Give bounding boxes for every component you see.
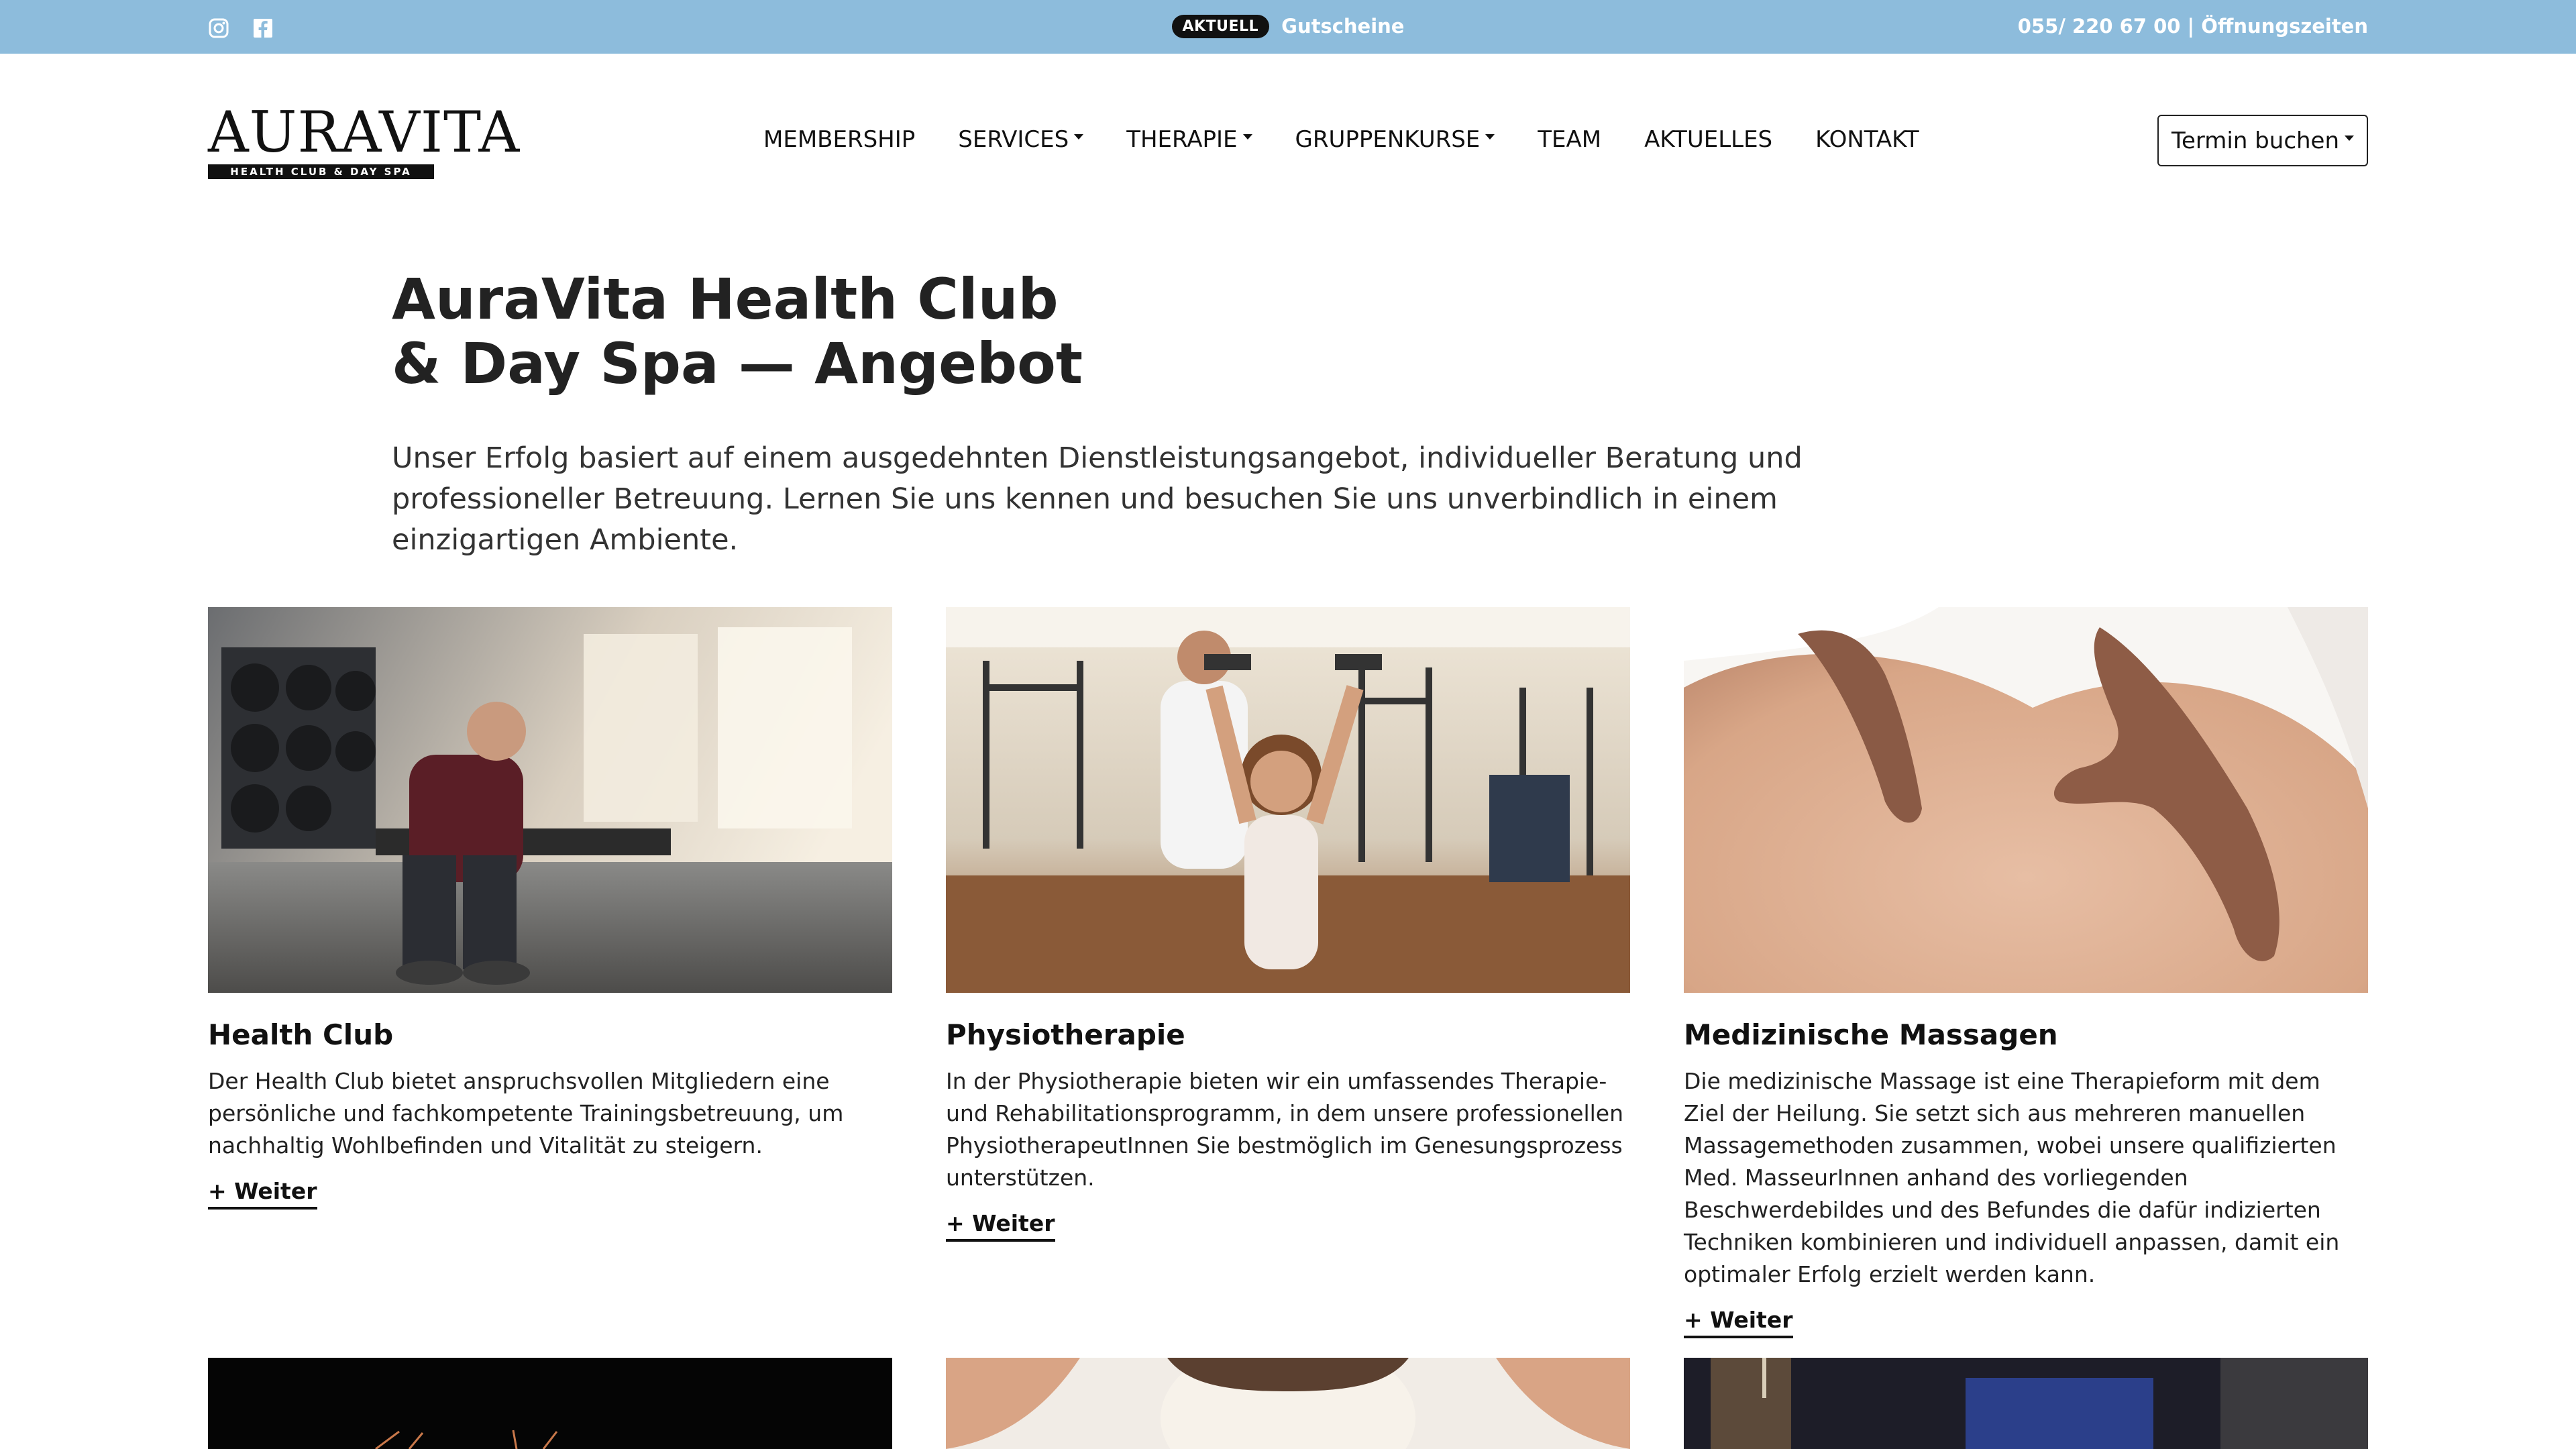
logo-tagline: HEALTH CLUB & DAY SPA	[208, 164, 434, 179]
page-title-line-2: & Day Spa — Angebot	[392, 331, 1083, 396]
gym-photo[interactable]	[208, 607, 892, 993]
page-title-line-1: AuraVita Health Club	[392, 266, 1059, 332]
nav-services[interactable]: SERVICES	[958, 126, 1084, 153]
chevron-down-icon	[1485, 134, 1495, 140]
nav-team[interactable]: TEAM	[1538, 126, 1601, 153]
chevron-down-icon	[1074, 134, 1084, 140]
nav-label: MEMBERSHIP	[763, 126, 916, 153]
nav-label: SERVICES	[958, 126, 1069, 153]
nav-label: GRUPPENKURSE	[1295, 126, 1481, 153]
top-bar: AKTUELL Gutscheine 055/ 220 67 00 | Öffn…	[0, 0, 2576, 54]
service-card-medizinische-massagen: Medizinische Massagen Die medizinische M…	[1684, 607, 2368, 1338]
nav-membership[interactable]: MEMBERSHIP	[763, 126, 915, 153]
nav-label: TEAM	[1538, 126, 1602, 153]
nav-gruppenkurse[interactable]: GRUPPENKURSE	[1295, 126, 1495, 153]
physio-photo[interactable]	[946, 607, 1630, 993]
intro-text: Unser Erfolg basiert auf einem ausgedehn…	[392, 441, 1803, 557]
card-title: Physiotherapie	[946, 1018, 1185, 1051]
card-text: In der Physiotherapie bieten wir ein umf…	[946, 1068, 1623, 1191]
card-text: Der Health Club bietet anspruchsvollen M…	[208, 1068, 844, 1159]
book-appointment-button[interactable]: Termin buchen	[2157, 115, 2368, 166]
card-text: Die medizinische Massage ist eine Therap…	[1684, 1068, 2340, 1287]
nav-label: AKTUELLES	[1644, 126, 1773, 153]
service-card-physiotherapie: Physiotherapie In der Physiotherapie bie…	[946, 607, 1630, 1242]
logo[interactable]: AURAVITA HEALTH CLUB & DAY SPA	[208, 99, 521, 179]
main-nav: MEMBERSHIP SERVICES THERAPIE GRUPPENKURS…	[763, 126, 1919, 153]
nav-label: KONTAKT	[1815, 126, 1919, 153]
page-title: AuraVita Health Club & Day Spa — Angebot	[392, 267, 1083, 396]
book-appointment-label: Termin buchen	[2171, 127, 2340, 154]
more-link[interactable]: + Weiter	[208, 1178, 317, 1210]
facial-photo[interactable]	[946, 1358, 1630, 1449]
vouchers-link[interactable]: Gutscheine	[1281, 15, 1404, 38]
more-link[interactable]: + Weiter	[946, 1210, 1055, 1242]
nav-therapie[interactable]: THERAPIE	[1126, 126, 1252, 153]
more-link[interactable]: + Weiter	[1684, 1307, 1793, 1338]
news-badge: AKTUELL	[1171, 15, 1270, 38]
logo-wordmark: AURAVITA	[208, 99, 521, 165]
chevron-down-icon	[1242, 134, 1252, 140]
card-title: Health Club	[208, 1018, 394, 1051]
chevron-down-icon	[2345, 135, 2355, 141]
massage-photo[interactable]	[1684, 607, 2368, 993]
card-title: Medizinische Massagen	[1684, 1018, 2058, 1051]
acupuncture-photo[interactable]	[208, 1358, 892, 1449]
nav-aktuelles[interactable]: AKTUELLES	[1644, 126, 1772, 153]
nav-label: THERAPIE	[1126, 126, 1238, 153]
spa-photo[interactable]	[1684, 1358, 2368, 1449]
service-card-health-club: Health Club Der Health Club bietet anspr…	[208, 607, 892, 1210]
nav-kontakt[interactable]: KONTAKT	[1815, 126, 1919, 153]
contact-info[interactable]: 055/ 220 67 00 | Öffnungszeiten	[2018, 15, 2368, 38]
